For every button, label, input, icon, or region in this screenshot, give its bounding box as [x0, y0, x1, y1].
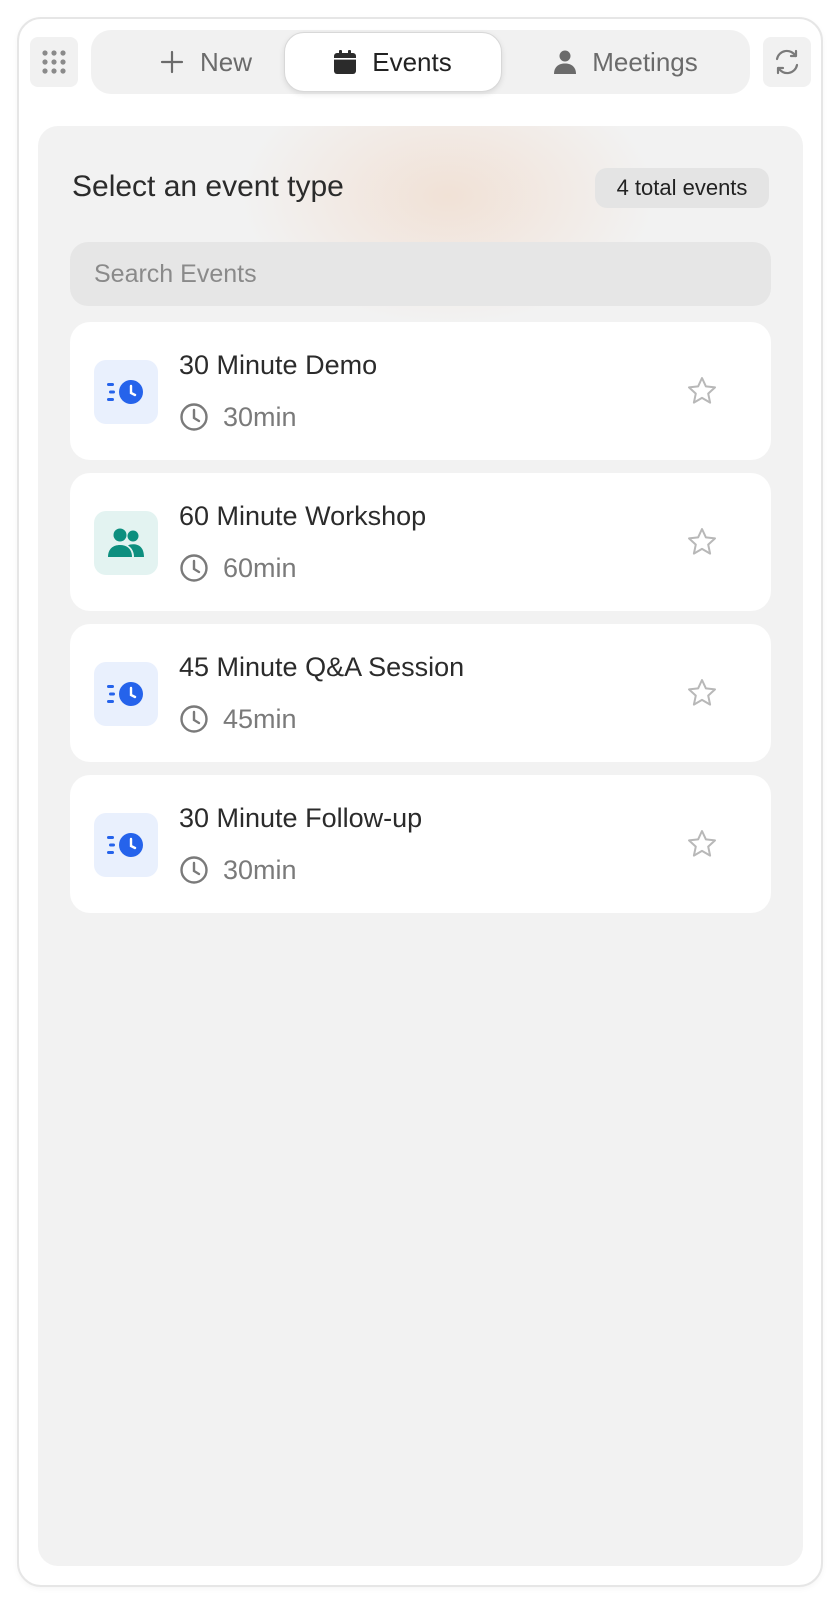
event-duration: 60min — [179, 551, 297, 585]
event-type-icon-tile — [94, 511, 158, 575]
tab-events[interactable]: Events — [284, 32, 502, 92]
event-duration: 45min — [179, 702, 297, 736]
tab-meetings[interactable]: Meetings — [521, 30, 731, 94]
favorite-star-button[interactable] — [685, 827, 719, 861]
group-icon — [108, 528, 144, 557]
event-name: 60 Minute Workshop — [179, 501, 427, 531]
clock-icon — [180, 554, 208, 582]
panel-title: Select an event type — [72, 170, 344, 203]
plus-icon — [160, 50, 184, 74]
event-name: 30 Minute Follow-up — [179, 803, 423, 833]
refresh-button[interactable] — [763, 37, 811, 87]
apps-grid-icon — [42, 50, 66, 74]
tab-new[interactable]: New — [121, 30, 291, 94]
event-duration-text: 30min — [223, 401, 297, 432]
event-card[interactable]: 60 Minute Workshop 60min — [70, 473, 771, 611]
event-type-icon-tile — [94, 360, 158, 424]
clock-icon — [180, 705, 208, 733]
clock-icon — [180, 856, 208, 884]
favorite-star-button[interactable] — [685, 676, 719, 710]
event-duration-text: 30min — [223, 854, 297, 885]
favorite-star-button[interactable] — [685, 525, 719, 559]
calendar-icon — [334, 50, 357, 74]
tab-meetings-label: Meetings — [592, 46, 698, 77]
event-duration: 30min — [179, 400, 297, 434]
fast-clock-icon — [107, 380, 143, 404]
event-duration-text: 60min — [223, 552, 297, 583]
event-card[interactable]: 30 Minute Demo 30min — [70, 322, 771, 460]
fast-clock-icon — [107, 682, 143, 706]
event-name: 30 Minute Demo — [179, 350, 378, 380]
event-count-badge: 4 total events — [595, 168, 769, 208]
star-icon — [688, 528, 716, 555]
star-icon — [688, 377, 716, 404]
tab-new-label: New — [199, 46, 252, 77]
star-icon — [688, 679, 716, 706]
search-events-input[interactable] — [70, 242, 771, 306]
view-tabs: New Events Meetings — [91, 30, 750, 94]
fast-clock-icon — [107, 833, 143, 857]
event-name: 45 Minute Q&A Session — [179, 652, 465, 682]
tab-events-label: Events — [372, 46, 452, 77]
event-duration-text: 45min — [223, 703, 297, 734]
event-card[interactable]: 45 Minute Q&A Session 45min — [70, 624, 771, 762]
event-type-panel: Select an event type 4 total events 30 M… — [38, 126, 803, 1566]
event-type-icon-tile — [94, 813, 158, 877]
star-icon — [688, 830, 716, 857]
apps-grid-button[interactable] — [30, 37, 78, 87]
clock-icon — [180, 403, 208, 431]
favorite-star-button[interactable] — [685, 374, 719, 408]
refresh-icon — [775, 49, 799, 75]
event-duration: 30min — [179, 853, 297, 887]
event-card[interactable]: 30 Minute Follow-up 30min — [70, 775, 771, 913]
person-icon — [554, 50, 577, 74]
event-type-icon-tile — [94, 662, 158, 726]
